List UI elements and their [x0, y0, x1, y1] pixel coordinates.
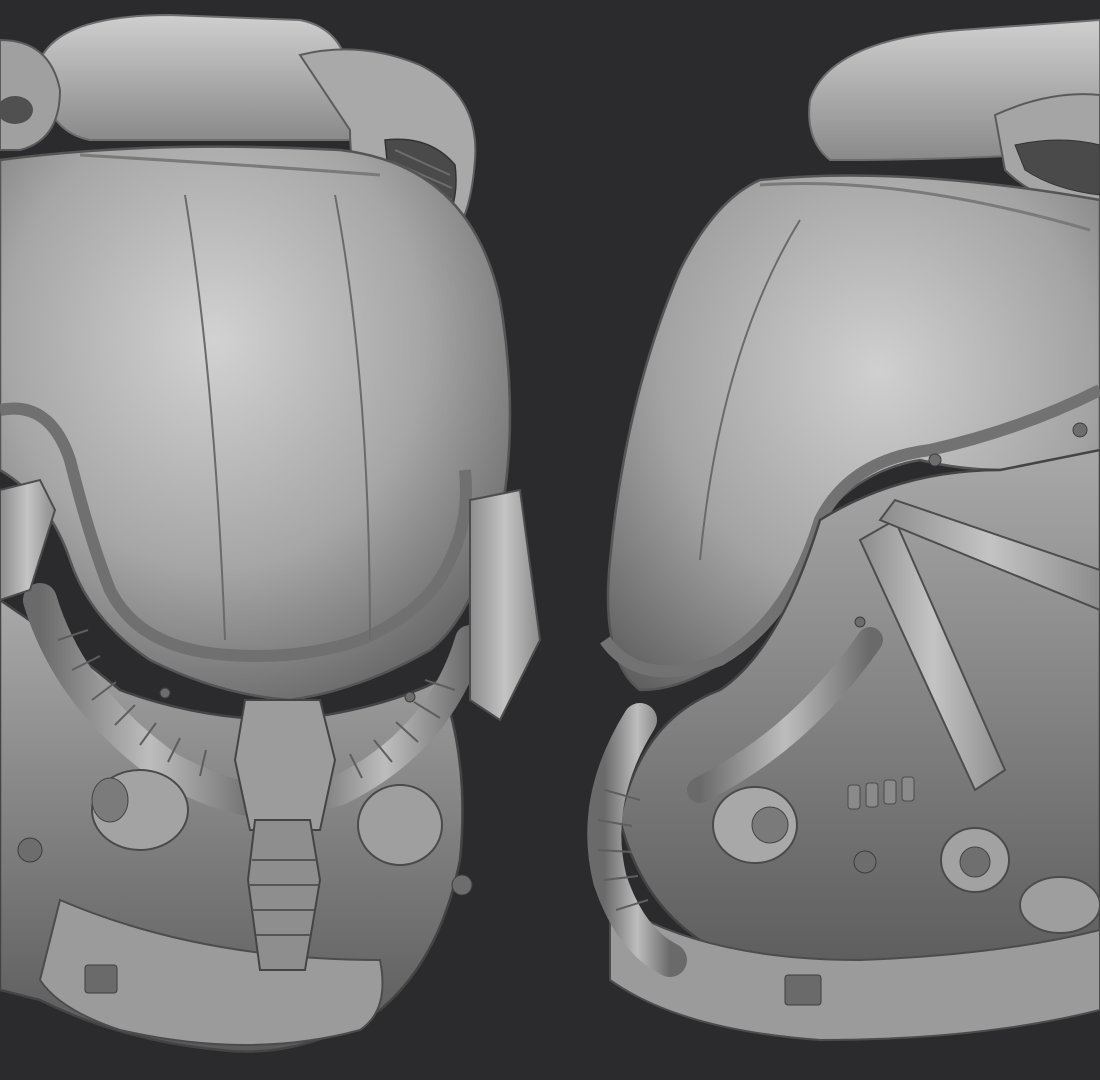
helmet-shell — [0, 145, 512, 702]
mask-valve — [246, 819, 322, 971]
rear-pad — [1019, 876, 1100, 934]
oxygen-mask — [233, 699, 337, 831]
chin-grip — [84, 964, 118, 994]
side-strap — [0, 478, 57, 602]
chin-grip — [784, 974, 822, 1006]
side-strap — [469, 488, 542, 722]
hose-connector — [357, 784, 443, 866]
helmet-side-view — [587, 18, 1100, 1042]
helmet-render-canvas — [0, 13, 1100, 1053]
helmet-front-view — [0, 13, 542, 1053]
helmet-top-ridge — [38, 13, 351, 141]
